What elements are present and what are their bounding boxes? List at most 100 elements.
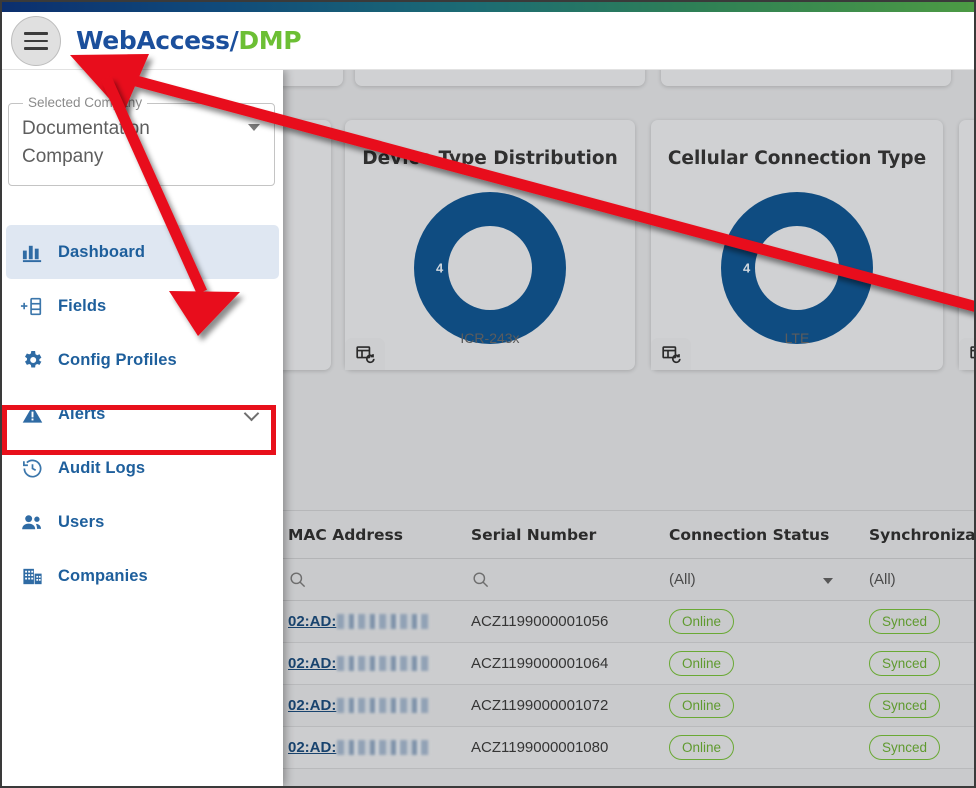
logo-accent-text: DMP bbox=[238, 26, 301, 55]
column-header-synchronization[interactable]: Synchroniza bbox=[869, 526, 974, 544]
cell-serial-number: ACZ1199000001064 bbox=[471, 655, 669, 672]
selected-company-selector[interactable]: Selected Company Documentation Company bbox=[8, 103, 275, 186]
cell-synchronization: Synced bbox=[869, 651, 974, 676]
sidebar-item-label: Fields bbox=[58, 297, 106, 316]
add-field-icon bbox=[6, 295, 58, 318]
sidebar-item-alerts[interactable]: Alerts bbox=[6, 387, 279, 441]
page-body: Device Type Distribution 4 ICR-243x bbox=[2, 70, 974, 786]
sidebar-item-fields[interactable]: Fields bbox=[6, 279, 279, 333]
card-cutoff-middle[interactable] bbox=[355, 70, 645, 86]
device-table: MAC Address Serial Number Connection Sta… bbox=[283, 510, 974, 786]
chevron-down-icon[interactable] bbox=[823, 578, 833, 584]
mac-address-link[interactable]: 02:AD: bbox=[288, 613, 336, 630]
status-badge-online: Online bbox=[669, 651, 734, 676]
history-icon bbox=[6, 457, 58, 480]
table-row[interactable]: 02:AD: ACZ1199000001064 Online Synced bbox=[283, 643, 974, 685]
cell-mac-address[interactable]: 02:AD: bbox=[283, 739, 471, 756]
selected-company-value: Documentation Company bbox=[22, 115, 227, 171]
cell-mac-address[interactable]: 02:AD: bbox=[283, 655, 471, 672]
sidebar-nav-list: Dashboard Fields bbox=[2, 225, 283, 603]
cell-serial-number: ACZ1199000001056 bbox=[471, 613, 669, 630]
table-header-row: MAC Address Serial Number Connection Sta… bbox=[283, 511, 974, 559]
filter-mac-address[interactable] bbox=[283, 559, 471, 601]
filter-connection-status[interactable]: (All) bbox=[669, 559, 869, 601]
card-cutoff-left[interactable] bbox=[283, 70, 343, 86]
chart-card-cellular-type[interactable]: Cellular Connection Type 4 LTE bbox=[651, 120, 943, 370]
grid-refresh-icon[interactable] bbox=[959, 338, 974, 370]
filter-connection-value: (All) bbox=[669, 571, 696, 588]
status-badge-synced: Synced bbox=[869, 609, 940, 634]
sidebar-item-label: Alerts bbox=[58, 405, 105, 424]
table-row[interactable]: 02:AD: ACZ1199000001056 Online Synced bbox=[283, 601, 974, 643]
mac-address-link[interactable]: 02:AD: bbox=[288, 697, 336, 714]
filter-serial-number[interactable] bbox=[471, 559, 669, 601]
table-row[interactable]: 02:AD: ACZ1199000001080 Online Synced bbox=[283, 727, 974, 769]
selected-company-legend: Selected Company bbox=[23, 95, 147, 110]
column-header-mac-address[interactable]: MAC Address bbox=[283, 526, 471, 544]
cell-connection-status: Online bbox=[669, 609, 869, 634]
card-cutoff-right[interactable] bbox=[661, 70, 951, 86]
cell-connection-status: Online bbox=[669, 693, 869, 718]
card-title: Device Type Distribution bbox=[345, 148, 635, 169]
sidebar-item-users[interactable]: Users bbox=[6, 495, 279, 549]
cell-synchronization: Synced bbox=[869, 609, 974, 634]
hamburger-line bbox=[24, 32, 48, 35]
cell-mac-address[interactable]: 02:AD: bbox=[283, 697, 471, 714]
gear-icon bbox=[6, 348, 58, 372]
sidebar-item-companies[interactable]: Companies bbox=[6, 549, 279, 603]
sidebar-item-label: Audit Logs bbox=[58, 459, 145, 478]
table-row[interactable]: 02:AD: ACZ1199000001072 Online Synced bbox=[283, 685, 974, 727]
legend-label: ICR-243x bbox=[460, 330, 519, 346]
mac-address-redacted bbox=[337, 656, 429, 671]
sidebar-item-label: Users bbox=[58, 513, 104, 532]
app-logo[interactable]: WebAccess/DMP bbox=[76, 26, 301, 55]
chevron-down-icon[interactable] bbox=[248, 124, 260, 131]
legend-swatch bbox=[791, 310, 804, 323]
cell-synchronization: Synced bbox=[869, 693, 974, 718]
navigation-drawer: Selected Company Documentation Company D… bbox=[2, 70, 283, 786]
table-row-partial[interactable] bbox=[283, 769, 974, 786]
sidebar-item-config-profiles[interactable]: Config Profiles bbox=[6, 333, 279, 387]
app-window: WebAccess/DMP bbox=[0, 0, 976, 788]
chart-card-cutoff-right[interactable] bbox=[959, 120, 974, 370]
mac-address-link[interactable]: 02:AD: bbox=[288, 655, 336, 672]
bar-chart-icon bbox=[6, 241, 58, 264]
filter-synchronization[interactable]: (All) bbox=[869, 559, 974, 601]
people-icon bbox=[6, 511, 58, 534]
app-header: WebAccess/DMP bbox=[2, 12, 974, 70]
cell-connection-status: Online bbox=[669, 651, 869, 676]
column-header-connection-status[interactable]: Connection Status bbox=[669, 526, 869, 544]
status-badge-synced: Synced bbox=[869, 693, 940, 718]
cell-mac-address[interactable]: 02:AD: bbox=[283, 613, 471, 630]
column-header-serial-number[interactable]: Serial Number bbox=[471, 526, 669, 544]
status-badge-synced: Synced bbox=[869, 651, 940, 676]
chevron-down-icon[interactable] bbox=[244, 406, 260, 422]
mac-address-redacted bbox=[337, 740, 429, 755]
building-icon bbox=[6, 565, 58, 588]
filter-sync-value: (All) bbox=[869, 571, 896, 588]
search-icon bbox=[471, 570, 490, 589]
mac-address-link[interactable]: 02:AD: bbox=[288, 739, 336, 756]
sidebar-item-dashboard[interactable]: Dashboard bbox=[6, 225, 279, 279]
chart-card-hidden-left[interactable] bbox=[283, 120, 331, 370]
hamburger-line bbox=[24, 47, 48, 50]
chart-card-device-type[interactable]: Device Type Distribution 4 ICR-243x bbox=[345, 120, 635, 370]
donut-value-label: 4 bbox=[436, 261, 443, 276]
grid-refresh-icon[interactable] bbox=[651, 338, 691, 370]
status-badge-synced: Synced bbox=[869, 735, 940, 760]
sidebar-item-audit-logs[interactable]: Audit Logs bbox=[6, 441, 279, 495]
sidebar-item-label: Dashboard bbox=[58, 243, 145, 262]
status-badge-online: Online bbox=[669, 693, 734, 718]
menu-toggle-button[interactable] bbox=[11, 16, 61, 66]
chart-legend: LTE bbox=[651, 310, 943, 348]
logo-primary-text: WebAccess/ bbox=[76, 26, 238, 55]
legend-swatch bbox=[484, 310, 497, 323]
mac-address-redacted bbox=[337, 698, 429, 713]
cell-synchronization: Synced bbox=[869, 735, 974, 760]
grid-refresh-icon[interactable] bbox=[345, 338, 385, 370]
mac-address-redacted bbox=[337, 614, 429, 629]
cell-serial-number: ACZ1199000001080 bbox=[471, 739, 669, 756]
legend-label: LTE bbox=[785, 330, 810, 346]
donut-value-label: 4 bbox=[743, 261, 750, 276]
cell-connection-status: Online bbox=[669, 735, 869, 760]
